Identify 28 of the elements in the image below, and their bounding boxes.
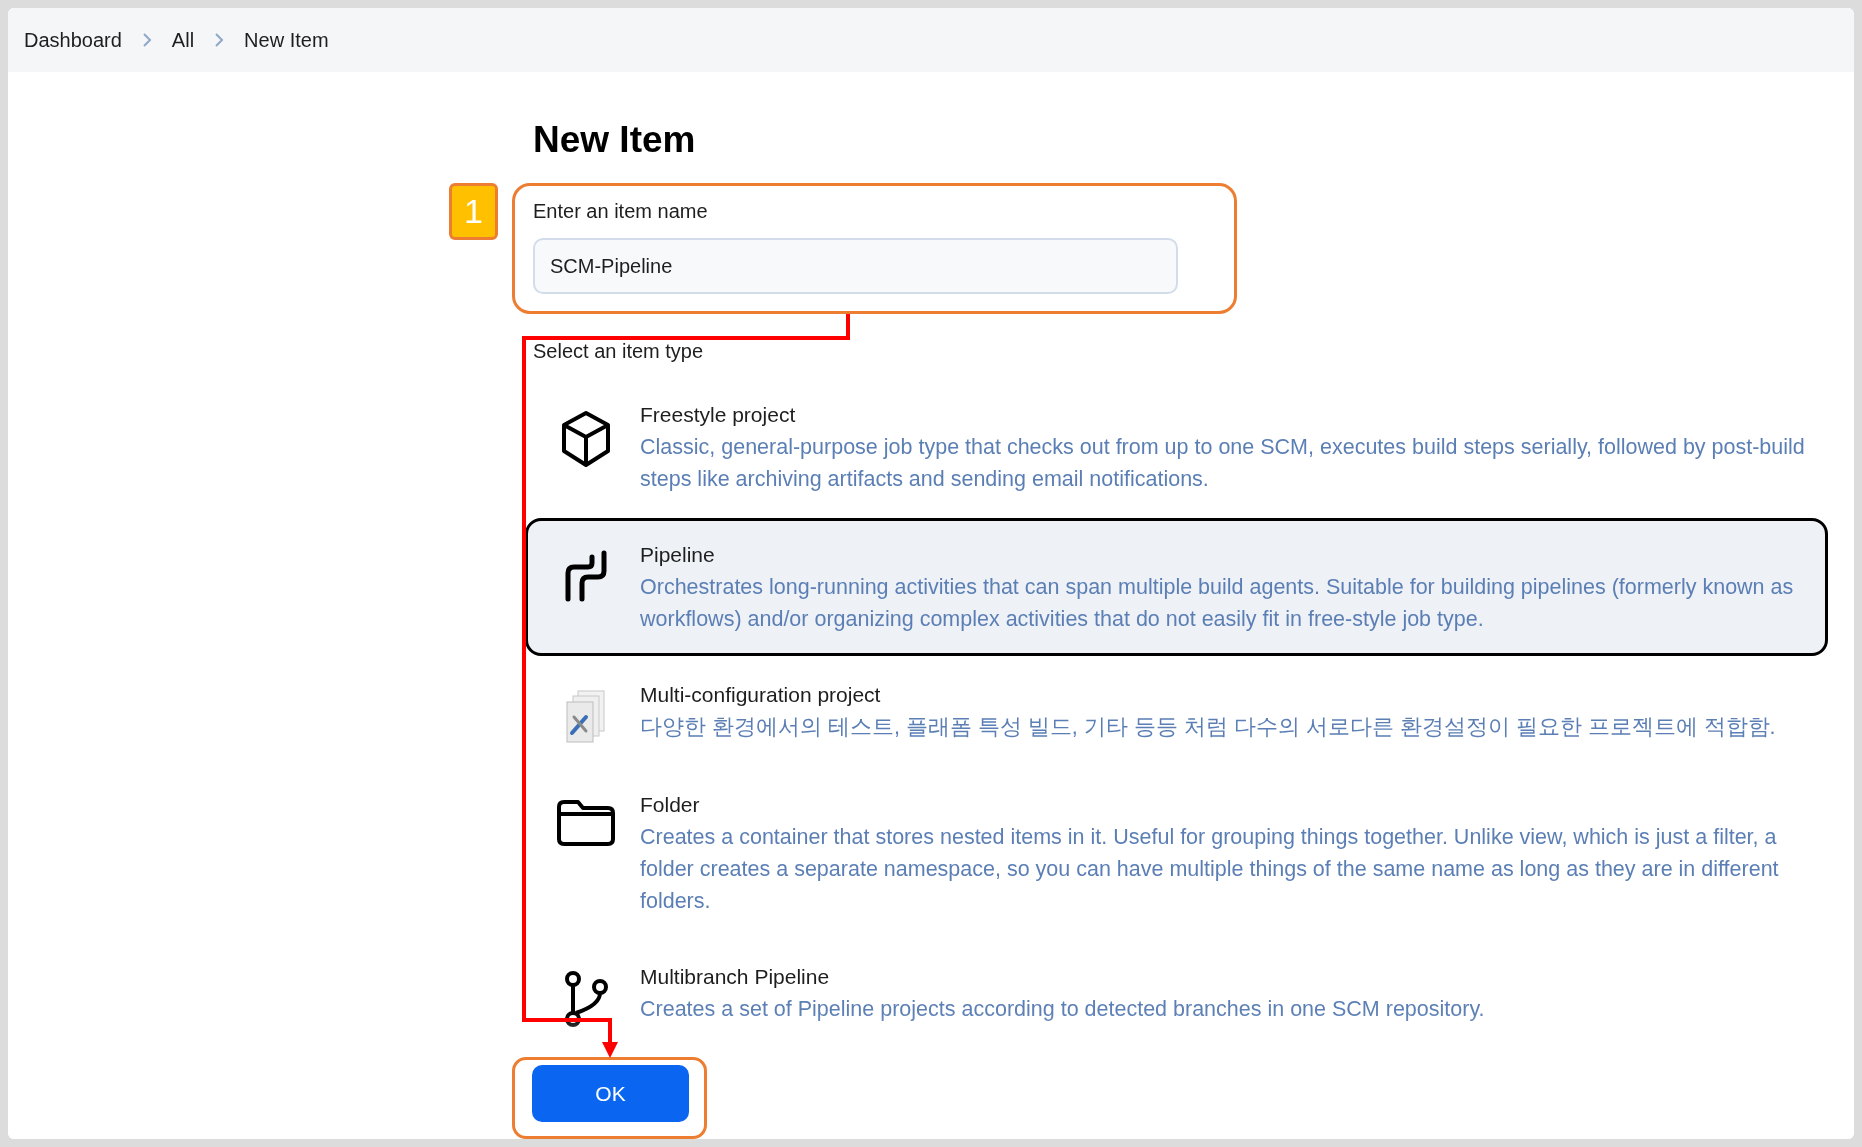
item-type-option[interactable]: Multi-configuration project 다양한 환경에서의 테스트, 플래폼 특성 빌드, 기타 등등 처럼 다수의 서로다른 환경설정이 필요한 프로젝트에 적합함. [525,658,1828,766]
item-name-input[interactable]: SCM-Pipeline [533,238,1178,294]
breadcrumb-link[interactable]: Dashboard [24,25,122,55]
page-title: New Item [533,118,697,162]
documents-tools-icon [564,689,608,745]
item-type-name: Multi-configuration project [640,682,882,708]
field-label: Enter an item name [533,199,709,224]
chevron-icon [214,32,225,48]
item-type-description: Classic, general-purpose job type that checks out from up to one SCM, executes build steps serially, followed by post-build steps like archiving artifacts and sending email notifications. [640,434,1805,493]
cube-icon [560,409,612,469]
breadcrumb-link[interactable]: New Item [244,25,329,55]
section-label: Select an item type [533,339,705,364]
breadcrumb-link[interactable]: All [171,25,195,55]
item-type-description: Creates a container that stores nested items in it. Useful for grouping things together. Unlike view, which is just a filter, a folder creates a separate namespace, so you can have multiple things of the same name as long as they are in different folders. [640,824,1780,915]
item-type-option[interactable] [525,518,1828,656]
step-badge: 1 [449,183,498,240]
folder-icon [556,799,616,847]
branch-icon [564,971,608,1027]
item-type-option[interactable]: Multibranch Pipeline Creates a set of Pipeline projects according to detected branches in one SCM repository. [525,940,1828,1048]
item-type-description: Orchestrates long-running activities that can span multiple build agents. Suitable for building pipelines (formerly known as workflows) and/or organizing complex activities that do not easily fit in free-style job type. [640,574,1795,633]
item-type-description: 다양한 환경에서의 테스트, 플래폼 특성 빌드, 기타 등등 처럼 다수의 서로다른 환경설정이 필요한 프로젝트에 적합함. [640,714,1776,741]
item-type-name: Pipeline [640,542,716,568]
item-type-name: Multibranch Pipeline [640,964,831,990]
ok-button[interactable]: OK [532,1065,689,1122]
chevron-icon [141,32,152,48]
item-type-description: Creates a set of Pipeline projects according to detected branches in one SCM repository. [640,996,1485,1023]
item-type-name: Freestyle project [640,402,797,428]
item-type-name: Folder [640,792,701,818]
